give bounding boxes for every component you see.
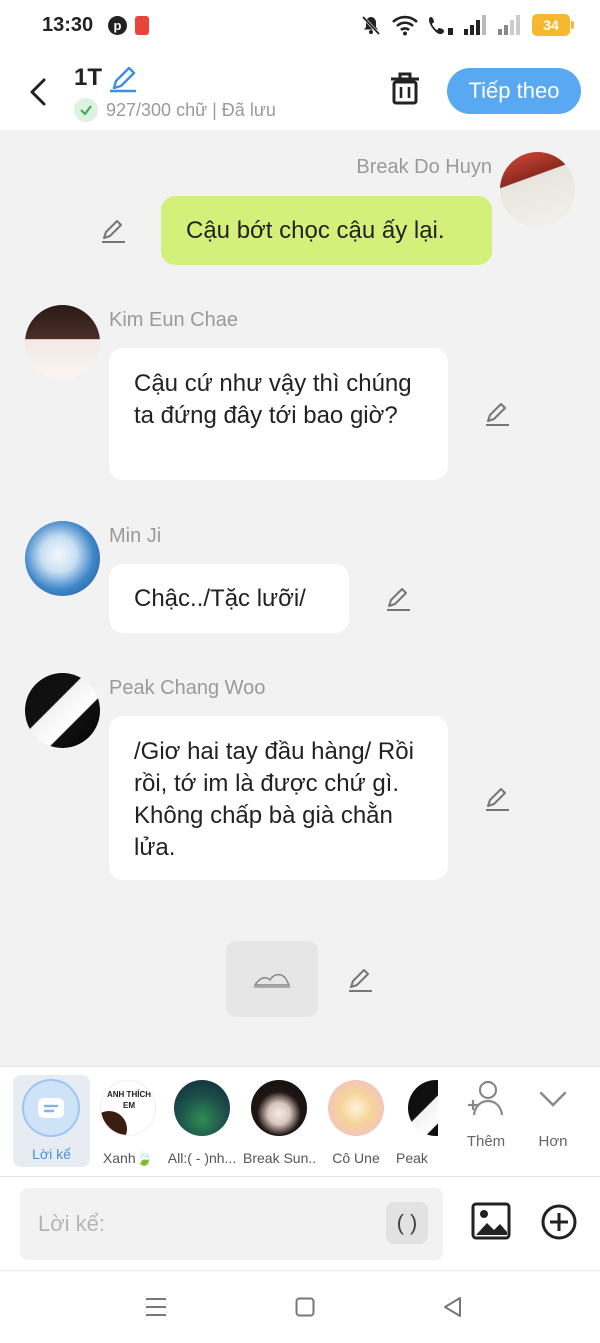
image-icon[interactable] — [471, 1202, 511, 1240]
add-icon[interactable] — [541, 1204, 577, 1240]
message-bubble[interactable]: Cậu cứ như vậy thì chúng ta đứng đây tới… — [109, 348, 448, 480]
character-label: All:( - )nh... — [167, 1150, 237, 1166]
character-option[interactable]: All:( - )nh... — [166, 1077, 238, 1166]
back-nav-icon[interactable] — [442, 1296, 462, 1318]
avatar[interactable] — [500, 152, 575, 227]
avatar: ANH THÍCH EM — [100, 1080, 156, 1136]
edit-message-icon[interactable] — [484, 401, 510, 427]
character-option[interactable]: Peak — [394, 1077, 438, 1166]
pinterest-icon: p — [108, 16, 127, 35]
composer-box: ( ) — [20, 1188, 443, 1260]
avatar[interactable] — [25, 305, 100, 380]
message-author: Break Do Huyn — [356, 156, 492, 178]
character-label: Xanh🍃 — [102, 1150, 154, 1166]
character-option[interactable]: Break Sun... — [243, 1077, 315, 1166]
image-sketch-icon — [253, 973, 291, 988]
avatar — [251, 1080, 307, 1136]
character-label: Break Sun... — [243, 1150, 315, 1166]
chevron-down-icon — [539, 1091, 567, 1107]
avatar[interactable] — [25, 673, 100, 748]
image-placeholder[interactable] — [226, 941, 318, 1017]
edit-message-icon[interactable] — [484, 786, 510, 812]
add-character-button[interactable]: Thêm — [451, 1079, 521, 1150]
system-nav-bar — [0, 1270, 600, 1343]
character-option[interactable]: ANH THÍCH EM Xanh🍃 — [92, 1077, 164, 1167]
message-input[interactable] — [38, 1188, 388, 1260]
message-author: Min Ji — [109, 525, 162, 547]
character-selector: Lời kể ANH THÍCH EM Xanh🍃 All:( - )nh...… — [0, 1066, 600, 1176]
narration-icon — [22, 1079, 80, 1137]
status-time: 13:30 — [42, 14, 94, 36]
editor-header: 1T 927/300 chữ | Đã lưu Tiếp theo — [0, 56, 600, 130]
edit-message-icon[interactable] — [347, 967, 373, 993]
message-author: Peak Chang Woo — [109, 677, 266, 699]
edit-message-icon[interactable] — [385, 586, 411, 612]
more-label: Hơn — [538, 1133, 568, 1150]
add-person-icon — [468, 1080, 504, 1116]
avatar — [328, 1080, 384, 1136]
edit-message-icon[interactable] — [100, 218, 126, 244]
composer: ( ) — [0, 1176, 600, 1270]
wallet-app-icon — [135, 16, 149, 35]
story-title: 1T — [74, 64, 103, 91]
word-count-text: 927/300 chữ | Đã lưu — [106, 99, 276, 120]
signal-icon — [498, 15, 520, 35]
mute-icon — [361, 15, 381, 36]
add-label: Thêm — [466, 1133, 506, 1150]
wifi-call-icon — [429, 17, 453, 35]
edit-title-icon[interactable] — [108, 64, 138, 94]
avatar — [174, 1080, 230, 1136]
message-bubble[interactable]: Cậu bớt chọc cậu ấy lại. — [161, 196, 492, 265]
narrator-option[interactable]: Lời kể — [13, 1075, 90, 1167]
expand-characters-button[interactable]: Hơn — [518, 1079, 588, 1150]
saved-check-icon — [74, 98, 98, 122]
message-bubble[interactable]: /Giơ hai tay đầu hàng/ Rồi rồi, tớ im là… — [109, 716, 448, 880]
menu-icon[interactable] — [145, 1297, 167, 1317]
character-option[interactable]: Cô Une — [320, 1077, 392, 1166]
character-label: Peak — [396, 1150, 428, 1166]
back-arrow-icon[interactable] — [24, 74, 54, 110]
character-label: Cô Une — [332, 1150, 380, 1166]
action-parentheses-button[interactable]: ( ) — [386, 1202, 428, 1244]
trash-icon[interactable] — [388, 70, 422, 106]
signal-icon — [464, 15, 486, 35]
avatar — [408, 1080, 438, 1136]
battery-icon: 34 — [532, 14, 574, 36]
home-icon[interactable] — [295, 1297, 315, 1317]
status-bar: 13:30 p 34 — [0, 0, 600, 56]
narrator-label: Lời kể — [32, 1146, 71, 1162]
message-author: Kim Eun Chae — [109, 309, 238, 331]
word-count-status: 927/300 chữ | Đã lưu — [74, 98, 276, 122]
wifi-icon — [392, 15, 418, 36]
avatar-text: ANH THÍCH EM — [107, 1090, 151, 1110]
next-button[interactable]: Tiếp theo — [447, 68, 581, 114]
message-bubble[interactable]: Chậc../Tặc lưỡi/ — [109, 564, 349, 633]
avatar[interactable] — [25, 521, 100, 596]
